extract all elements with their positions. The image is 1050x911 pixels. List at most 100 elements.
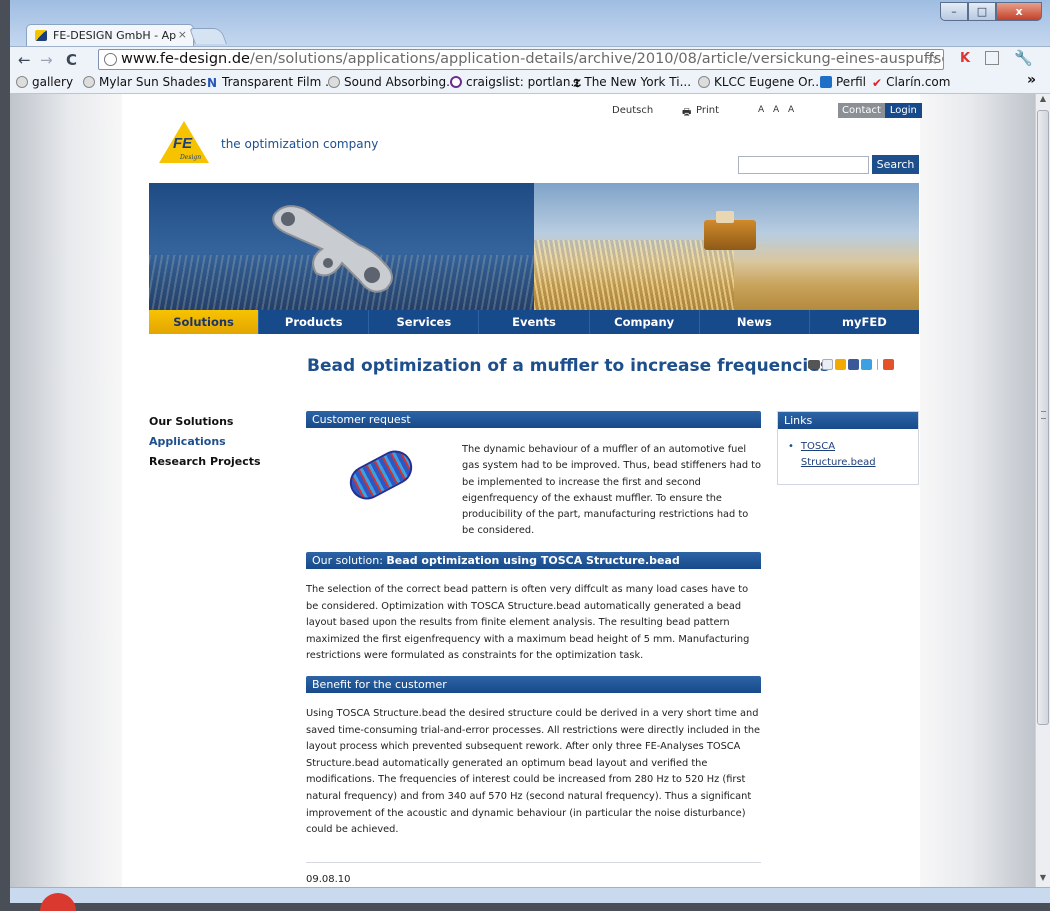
print-icon[interactable] <box>808 360 820 369</box>
new-tab-button[interactable] <box>189 28 227 44</box>
benefit-text: Using TOSCA Structure.bead the desired s… <box>306 708 761 836</box>
twitter-icon[interactable] <box>861 359 872 370</box>
section-customer-request: Customer request <box>306 411 761 428</box>
extension-page-icon[interactable] <box>985 51 999 65</box>
scrollbar-thumb[interactable] <box>1037 110 1049 725</box>
harvester-image <box>704 211 756 250</box>
facebook-icon[interactable] <box>848 359 859 370</box>
fe-design-logo[interactable]: FE Design <box>158 119 210 165</box>
bottom-frame <box>10 887 1050 911</box>
contact-login: Contact Login <box>838 103 922 118</box>
header-banner <box>149 183 919 310</box>
sidebar-item-our-solutions[interactable]: Our Solutions <box>149 412 261 432</box>
minimize-button[interactable]: – <box>940 2 968 21</box>
tab-title: FE-DESIGN GmbH - Ap <box>53 29 177 42</box>
solution-text: The selection of the correct bead patter… <box>306 584 750 662</box>
n-icon: N <box>207 76 218 90</box>
muffler-fe-model-image <box>343 444 419 506</box>
nav-company[interactable]: Company <box>588 310 699 334</box>
vertical-scrollbar[interactable]: ▲ ▼ <box>1035 94 1050 887</box>
back-icon[interactable]: ← <box>18 51 31 69</box>
print-link[interactable]: Print <box>696 105 719 116</box>
bookmark-star-icon[interactable]: ☆ <box>926 50 939 68</box>
font-size-links[interactable]: A A A <box>758 105 797 115</box>
bookmark-transparent-film[interactable]: N Transparent Film ... <box>207 75 337 90</box>
tab-close-icon[interactable]: × <box>178 28 187 41</box>
contact-button[interactable]: Contact <box>838 103 885 118</box>
bookmark-gallery[interactable]: gallery <box>16 75 73 89</box>
sidebar-nav: Our Solutions Applications Research Proj… <box>149 412 261 472</box>
login-button[interactable]: Login <box>884 103 922 118</box>
bookmark-perfil[interactable]: Perfil <box>820 75 866 89</box>
links-heading: Links <box>778 412 918 429</box>
link-tosca-structure-bead[interactable]: TOSCA Structure.bead <box>801 439 881 471</box>
fe-design-favicon-icon <box>35 30 47 41</box>
bookmark-sound-absorbing[interactable]: Sound Absorbing... <box>328 75 458 89</box>
globe-icon <box>16 76 28 88</box>
intro-text: The dynamic behaviour of a muffler of an… <box>462 444 762 537</box>
language-link[interactable]: Deutsch <box>612 105 653 116</box>
logo-sub-text: Design <box>179 154 201 161</box>
bookmark-nyt[interactable]: 𝕿 The New York Ti... <box>573 75 691 90</box>
bookmark-klcc[interactable]: KLCC Eugene Or... <box>698 75 823 89</box>
article-date: 09.08.10 <box>306 874 351 885</box>
section-our-solution-prefix: Our solution: <box>312 554 387 567</box>
nav-myfed[interactable]: myFED <box>808 310 919 334</box>
banner-harvest-image <box>534 183 919 310</box>
maximize-button[interactable]: □ <box>968 2 996 21</box>
sidebar-item-research-projects[interactable]: Research Projects <box>149 452 261 472</box>
scroll-up-icon[interactable]: ▲ <box>1036 94 1050 108</box>
title-bar: FE-DESIGN GmbH - Ap × – □ x <box>10 0 1050 48</box>
browser-tab[interactable]: FE-DESIGN GmbH - Ap × <box>26 24 194 46</box>
clarin-icon: ✔ <box>872 76 883 90</box>
bookmarks-overflow-icon[interactable]: » <box>1027 72 1036 88</box>
reload-icon[interactable]: C <box>66 51 77 69</box>
bookmark-icon[interactable] <box>835 359 846 370</box>
print-icon[interactable]: 🖶 <box>682 105 691 122</box>
perfil-icon <box>820 76 832 88</box>
email-icon[interactable] <box>822 359 833 370</box>
banner-part-image <box>149 183 534 310</box>
close-window-button[interactable]: x <box>996 2 1042 21</box>
bookmark-craigslist[interactable]: craigslist: portlan... <box>450 75 582 89</box>
nav-solutions[interactable]: Solutions <box>149 310 259 334</box>
globe-icon <box>328 76 340 88</box>
sidebar-item-applications[interactable]: Applications <box>149 432 261 452</box>
url-host: www.fe-design.de <box>121 51 250 67</box>
wrench-icon[interactable]: 🔧 <box>1014 49 1033 67</box>
section-our-solution-bold: Bead optimization using TOSCA Structure.… <box>386 554 680 567</box>
nav-events[interactable]: Events <box>478 310 588 334</box>
forward-icon[interactable]: → <box>40 51 53 69</box>
tagline: the optimization company <box>221 137 379 151</box>
nyt-icon: 𝕿 <box>573 76 581 90</box>
taskbar-button[interactable] <box>40 893 76 911</box>
logo-text: FE <box>173 135 193 152</box>
nav-products[interactable]: Products <box>258 310 368 334</box>
url-path: /en/solutions/applications/application-d… <box>249 51 943 67</box>
extension-k-icon[interactable]: K <box>960 51 970 66</box>
bracket-part-image <box>272 205 393 293</box>
addthis-plus-icon[interactable] <box>883 359 894 370</box>
links-box: Links • TOSCA Structure.bead <box>777 411 919 485</box>
globe-icon <box>698 76 710 88</box>
page-viewport: Deutsch 🖶 Print A A A Contact Login FE D… <box>10 94 1035 887</box>
scroll-down-icon[interactable]: ▼ <box>1036 873 1050 887</box>
browser-window: FE-DESIGN GmbH - Ap × – □ x ← → C www.fe… <box>10 0 1050 911</box>
browser-toolbar: ← → C www.fe-design.de/en/solutions/appl… <box>10 46 1050 72</box>
bullet-icon: • <box>788 441 794 452</box>
section-our-solution: Our solution: Bead optimization using TO… <box>306 552 761 569</box>
links-item: • TOSCA Structure.bead <box>788 439 881 471</box>
page-info-icon[interactable] <box>104 53 117 66</box>
search-button[interactable]: Search <box>872 155 919 174</box>
search-input[interactable] <box>738 156 869 174</box>
bookmark-mylar[interactable]: Mylar Sun Shades <box>83 75 206 89</box>
bookmark-clarin[interactable]: ✔ Clarín.com <box>872 75 950 90</box>
address-bar[interactable]: www.fe-design.de/en/solutions/applicatio… <box>98 49 944 70</box>
peace-icon <box>450 76 462 88</box>
nav-services[interactable]: Services <box>368 310 478 334</box>
window-controls: – □ x <box>940 2 1042 21</box>
globe-icon <box>83 76 95 88</box>
section-benefit: Benefit for the customer <box>306 676 761 693</box>
main-nav: Solutions Products Services Events Compa… <box>149 310 919 334</box>
nav-news[interactable]: News <box>698 310 809 334</box>
